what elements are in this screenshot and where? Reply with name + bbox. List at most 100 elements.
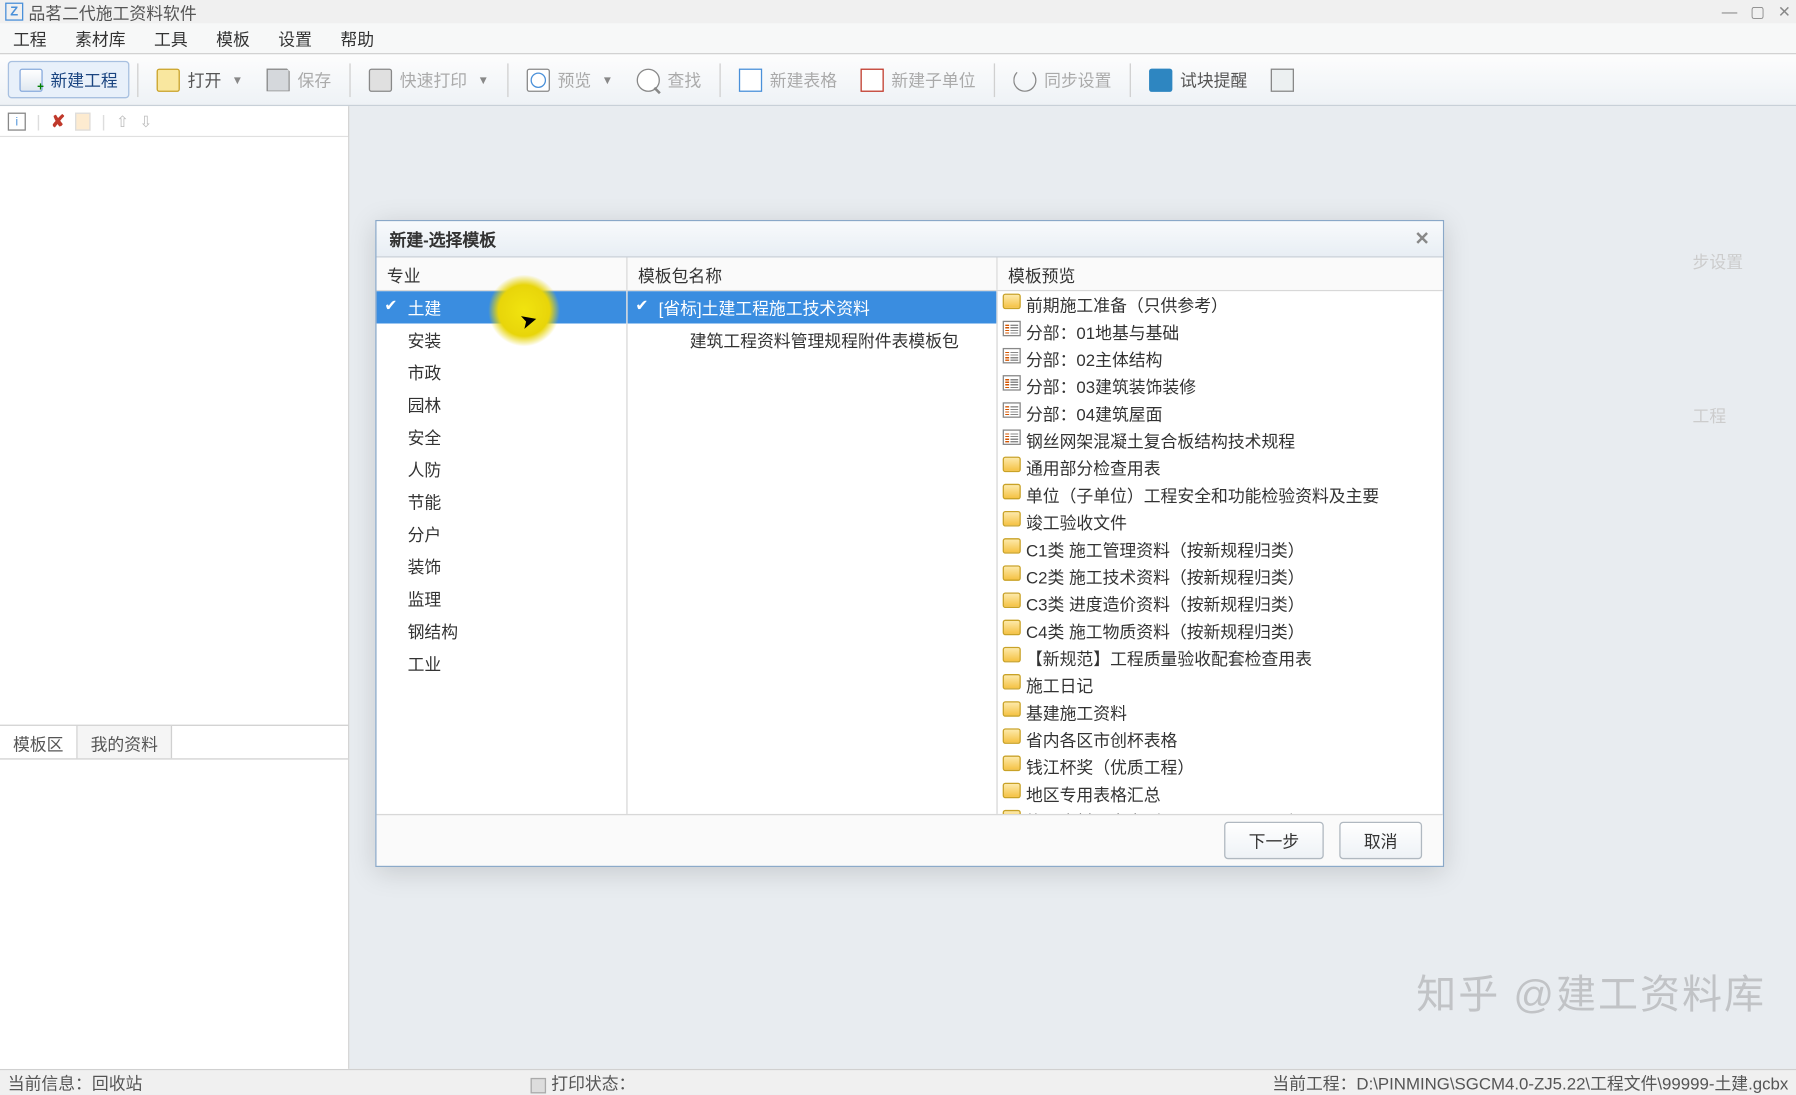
- folder-icon: [1003, 756, 1021, 772]
- menu-tools[interactable]: 工具: [154, 26, 188, 51]
- tab-template-area[interactable]: 模板区: [0, 726, 78, 760]
- quick-print-label: 快速打印: [400, 67, 467, 92]
- profession-item[interactable]: ✔土建: [377, 291, 627, 323]
- preview-item[interactable]: 施工日记: [998, 672, 1443, 699]
- preview-item[interactable]: 单位（子单位）工程安全和功能检验资料及主要: [998, 481, 1443, 508]
- status-left: 当前信息：回收站: [8, 1070, 143, 1095]
- preview-item[interactable]: 基建施工资料: [998, 699, 1443, 726]
- block-remind-button[interactable]: 试块提醒: [1139, 62, 1258, 97]
- clipboard-button[interactable]: [1260, 63, 1304, 97]
- preview-item[interactable]: C1类 施工管理资料（按新规程归类）: [998, 536, 1443, 563]
- folder-icon: [1003, 565, 1021, 581]
- profession-item[interactable]: 工业: [377, 647, 627, 679]
- dialog-titlebar[interactable]: 新建-选择模板 ✕: [377, 221, 1443, 257]
- background-text: 步设置 工程: [1693, 223, 1796, 453]
- profession-item[interactable]: 安全: [377, 421, 627, 453]
- new-table-button[interactable]: 新建表格: [728, 62, 847, 97]
- check-icon: ✔: [635, 296, 648, 314]
- profession-item[interactable]: 装饰: [377, 550, 627, 582]
- cancel-button[interactable]: 取消: [1339, 822, 1422, 860]
- status-bar: 当前信息：回收站 打印状态： 当前工程：D:\PINMING\SGCM4.0-Z…: [0, 1069, 1796, 1095]
- package-item[interactable]: ✔[省标]土建工程施工技术资料: [628, 291, 997, 323]
- folder-icon: [1003, 593, 1021, 609]
- open-icon: [157, 68, 180, 91]
- folder-icon: [1003, 511, 1021, 527]
- list-icon: [1003, 402, 1021, 418]
- preview-item[interactable]: 前期施工准备（只供参考）: [998, 291, 1443, 318]
- profession-item[interactable]: 安装: [377, 324, 627, 356]
- preview-item[interactable]: 钢丝网架混凝土复合板结构技术规程: [998, 427, 1443, 454]
- package-list[interactable]: ✔[省标]土建工程施工技术资料建筑工程资料管理规程附件表模板包: [628, 291, 998, 814]
- profession-item[interactable]: 分户: [377, 518, 627, 550]
- menu-help[interactable]: 帮助: [340, 26, 374, 51]
- list-icon: [1003, 321, 1021, 337]
- new-template-dialog: 新建-选择模板 ✕ 专业 模板包名称 模板预览 ✔土建安装市政园林安全人防节能分…: [375, 220, 1444, 867]
- sync-settings-button[interactable]: 同步设置: [1003, 62, 1122, 97]
- preview-tree[interactable]: 前期施工准备（只供参考）分部：01地基与基础分部：02主体结构分部：03建筑装饰…: [998, 291, 1443, 814]
- profession-item[interactable]: 钢结构: [377, 615, 627, 647]
- preview-item[interactable]: 竣工验收文件: [998, 509, 1443, 536]
- template-tree[interactable]: [0, 137, 348, 724]
- profession-item[interactable]: 市政: [377, 356, 627, 388]
- next-button[interactable]: 下一步: [1224, 822, 1324, 860]
- block-icon: [1149, 68, 1172, 91]
- preview-item[interactable]: C3类 进度造价资料（按新规程归类）: [998, 590, 1443, 617]
- app-icon: Z: [5, 3, 23, 21]
- preview-item[interactable]: C2类 施工技术资料（按新规程归类）: [998, 563, 1443, 590]
- preview-button[interactable]: 预览▼: [516, 62, 623, 97]
- new-subunit-button[interactable]: 新建子单位: [850, 62, 986, 97]
- maximize-button[interactable]: ▢: [1750, 3, 1765, 21]
- preview-item[interactable]: 分部：03建筑装饰装修: [998, 373, 1443, 400]
- preview-item[interactable]: 【新规范】工程质量验收配套检查用表: [998, 644, 1443, 671]
- profession-item[interactable]: 监理: [377, 582, 627, 614]
- dialog-title: 新建-选择模板: [389, 226, 496, 251]
- save-button[interactable]: 保存: [256, 62, 341, 97]
- list-icon: [1003, 430, 1021, 446]
- dialog-close-icon[interactable]: ✕: [1415, 228, 1430, 250]
- info-icon[interactable]: i: [8, 112, 26, 130]
- preview-item[interactable]: 省内各区市创杯表格: [998, 726, 1443, 753]
- preview-item[interactable]: 分部：04建筑屋面: [998, 400, 1443, 427]
- page-icon[interactable]: [75, 112, 91, 130]
- package-item[interactable]: 建筑工程资料管理规程附件表模板包: [628, 324, 997, 356]
- new-table-label: 新建表格: [770, 67, 837, 92]
- open-button[interactable]: 打开▼: [146, 62, 253, 97]
- profession-item[interactable]: 园林: [377, 388, 627, 420]
- table-icon: [739, 68, 762, 91]
- left-tabs: 模板区 我的资料: [0, 725, 348, 759]
- up-arrow-icon[interactable]: ⇧: [116, 112, 129, 130]
- preview-item[interactable]: 通用部分检查用表: [998, 454, 1443, 481]
- column-header-preview: 模板预览: [998, 258, 1443, 290]
- folder-icon: [1003, 457, 1021, 473]
- preview-item[interactable]: 分部：02主体结构: [998, 345, 1443, 372]
- preview-item[interactable]: 分部：01地基与基础: [998, 318, 1443, 345]
- profession-item[interactable]: 人防: [377, 453, 627, 485]
- preview-item[interactable]: C4类 施工物质资料（按新规程归类）: [998, 617, 1443, 644]
- new-icon: [19, 68, 42, 91]
- find-label: 查找: [668, 67, 702, 92]
- delete-icon[interactable]: ✘: [51, 111, 65, 132]
- clipboard-icon: [1271, 68, 1294, 91]
- search-icon: [636, 68, 659, 91]
- down-arrow-icon[interactable]: ⇩: [139, 112, 152, 130]
- menu-material[interactable]: 素材库: [75, 26, 125, 51]
- preview-item[interactable]: 钱江杯奖（优质工程）: [998, 753, 1443, 780]
- quick-print-button[interactable]: 快速打印▼: [358, 62, 499, 97]
- left-bottom-panel: [0, 758, 348, 1069]
- new-project-button[interactable]: 新建工程: [8, 61, 130, 99]
- find-button[interactable]: 查找: [626, 62, 711, 97]
- menu-bar: 工程 素材库 工具 模板 设置 帮助: [0, 23, 1796, 54]
- profession-item[interactable]: 节能: [377, 485, 627, 517]
- menu-settings[interactable]: 设置: [278, 26, 312, 51]
- menu-template[interactable]: 模板: [216, 26, 250, 51]
- minimize-button[interactable]: —: [1722, 3, 1738, 21]
- profession-list[interactable]: ✔土建安装市政园林安全人防节能分户装饰监理钢结构工业: [377, 291, 628, 814]
- close-button[interactable]: ✕: [1778, 3, 1791, 21]
- preview-icon: [527, 68, 550, 91]
- folder-icon: [1003, 647, 1021, 663]
- tab-my-materials[interactable]: 我的资料: [78, 726, 172, 758]
- preview-item[interactable]: 施工资料评定表（GB/T50375-2006）: [998, 807, 1443, 813]
- folder-icon: [1003, 538, 1021, 554]
- preview-item[interactable]: 地区专用表格汇总: [998, 780, 1443, 807]
- menu-project[interactable]: 工程: [13, 26, 47, 51]
